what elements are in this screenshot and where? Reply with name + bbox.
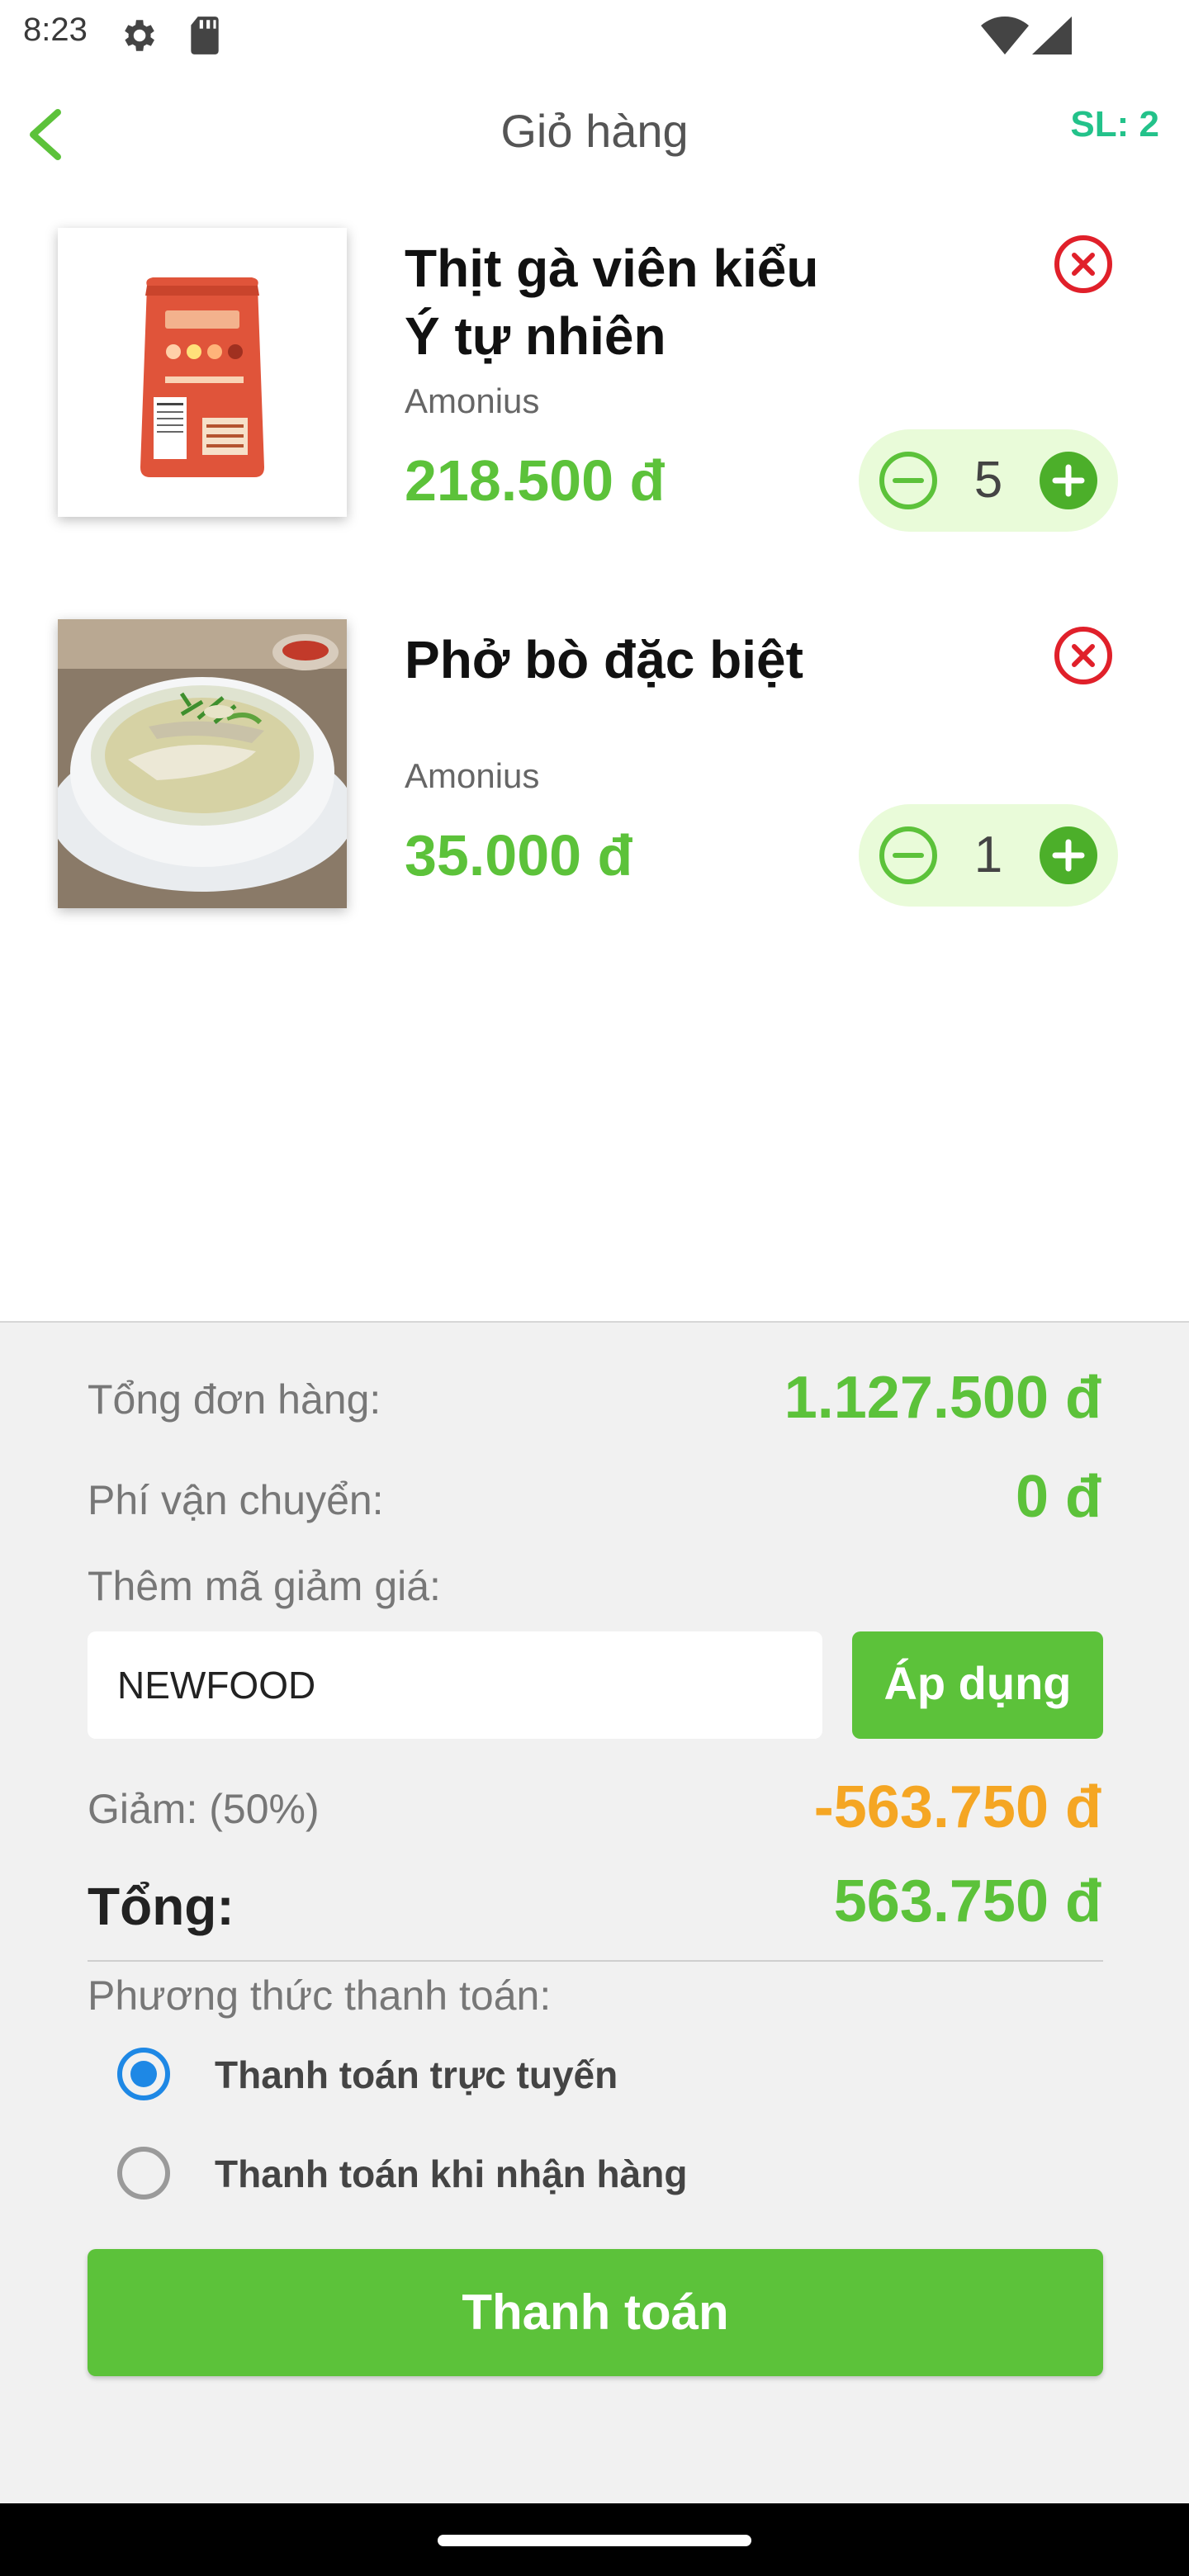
payment-option-label: Thanh toán khi nhận hàng <box>215 2152 688 2195</box>
product-name[interactable]: Phở bò đặc biệt <box>405 626 867 694</box>
discount-value: -563.750 đ <box>813 1774 1101 1840</box>
order-summary-panel: Tổng đơn hàng: 1.127.500 đ Phí vận chuyể… <box>0 1321 1189 2505</box>
close-circle-icon <box>1054 235 1112 293</box>
total-value: 563.750 đ <box>833 1868 1101 1934</box>
item-count-label: SL: 2 <box>1070 104 1159 144</box>
product-price: 35.000 đ <box>405 823 633 888</box>
quantity-value: 1 <box>973 826 1003 883</box>
status-bar: 8:23 <box>0 0 1189 69</box>
cart-item: Phở bò đặc biệt Amonius 35.000 đ 1 <box>0 606 1189 936</box>
quantity-stepper: 1 <box>859 804 1118 907</box>
quantity-value: 5 <box>973 452 1003 509</box>
page-title: Giỏ hàng <box>500 105 689 157</box>
quantity-stepper: 5 <box>859 429 1118 532</box>
plus-circle-icon <box>1040 826 1097 884</box>
decrease-quantity-button[interactable] <box>875 822 941 888</box>
payment-option-online[interactable]: Thanh toán trực tuyến <box>107 2041 768 2107</box>
subtotal-value: 1.127.500 đ <box>784 1365 1101 1431</box>
payment-option-label: Thanh toán trực tuyến <box>215 2053 618 2096</box>
payment-option-cod[interactable]: Thanh toán khi nhận hàng <box>107 2140 768 2206</box>
shipping-label: Phí vận chuyển: <box>88 1477 384 1523</box>
apply-coupon-button[interactable]: Áp dụng <box>852 1631 1103 1739</box>
close-circle-icon <box>1054 627 1112 684</box>
shipping-value: 0 đ <box>1015 1464 1101 1530</box>
remove-item-button[interactable] <box>1052 233 1115 296</box>
increase-quantity-button[interactable] <box>1035 447 1101 514</box>
subtotal-label: Tổng đơn hàng: <box>88 1376 381 1423</box>
remove-item-button[interactable] <box>1052 624 1115 687</box>
settings-icon <box>117 15 159 56</box>
radio-selected-icon[interactable] <box>117 2048 170 2100</box>
product-brand: Amonius <box>405 756 540 795</box>
signal-icon <box>1032 17 1072 54</box>
sd-card-icon <box>187 15 223 56</box>
radio-unselected-icon[interactable] <box>117 2147 170 2200</box>
minus-circle-icon <box>879 826 937 884</box>
product-image[interactable] <box>58 619 347 908</box>
system-navigation-bar <box>0 2503 1189 2576</box>
discount-label: Giảm: (50%) <box>88 1786 320 1832</box>
increase-quantity-button[interactable] <box>1035 822 1101 888</box>
divider <box>88 1960 1103 1962</box>
coupon-label: Thêm mã giảm giá: <box>88 1563 441 1609</box>
coupon-code-input[interactable] <box>88 1631 822 1739</box>
checkout-button[interactable]: Thanh toán <box>88 2249 1103 2376</box>
product-price: 218.500 đ <box>405 448 666 513</box>
minus-circle-icon <box>879 452 937 509</box>
status-time: 8:23 <box>23 12 88 48</box>
plus-circle-icon <box>1040 452 1097 509</box>
wifi-icon <box>981 17 1029 54</box>
payment-method-label: Phương thức thanh toán: <box>88 1972 552 2019</box>
product-image[interactable] <box>58 228 347 517</box>
home-indicator[interactable] <box>438 2535 751 2546</box>
product-brand: Amonius <box>405 381 540 420</box>
decrease-quantity-button[interactable] <box>875 447 941 514</box>
cart-item: Thịt gà viên kiểu Ý tự nhiên Amonius 218… <box>0 215 1189 545</box>
product-name[interactable]: Thịt gà viên kiểu Ý tự nhiên <box>405 234 867 370</box>
total-label: Tổng: <box>88 1877 234 1936</box>
